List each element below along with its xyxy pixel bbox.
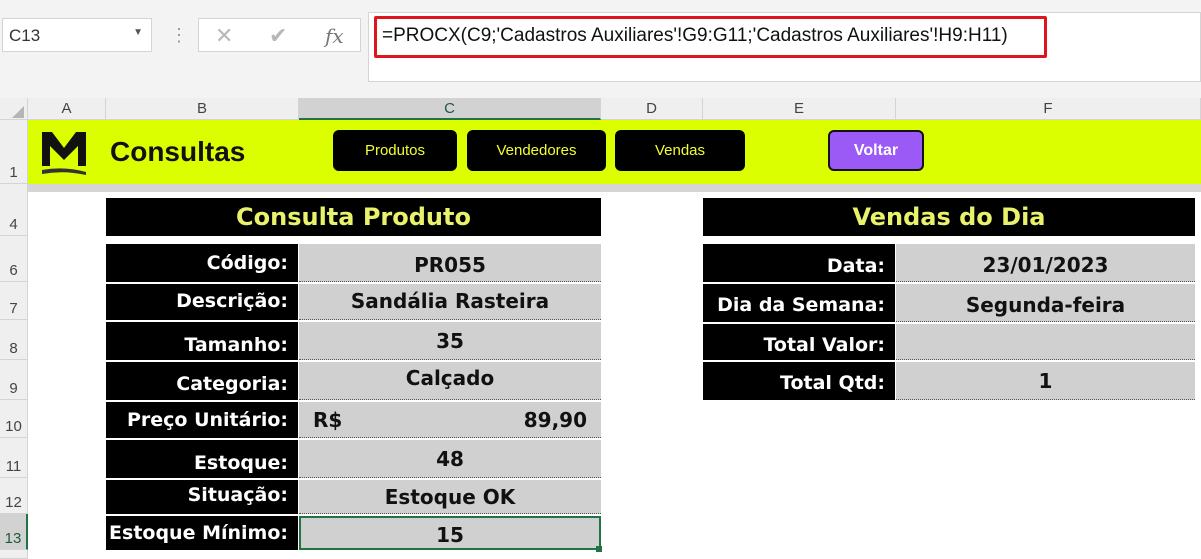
label-total-valor: Total Valor: [703, 324, 895, 360]
value-tamanho[interactable]: 35 [299, 322, 601, 360]
value-total-valor[interactable] [896, 324, 1195, 360]
vendas-panel-title: Vendas do Dia [703, 198, 1195, 236]
chevron-down-icon[interactable]: ▼ [133, 27, 143, 38]
voltar-button[interactable]: Voltar [828, 130, 924, 171]
value-codigo[interactable]: PR055 [299, 244, 601, 282]
row-header-13[interactable]: 13 [0, 514, 28, 550]
label-codigo: Código: [106, 244, 298, 282]
label-estoque-minimo: Estoque Mínimo: [106, 516, 298, 550]
column-header-f[interactable]: F [896, 98, 1201, 120]
more-options-icon[interactable]: ⋮ [170, 22, 188, 48]
label-estoque: Estoque: [106, 440, 298, 478]
row-header-12[interactable]: 12 [0, 478, 28, 514]
produtos-button[interactable]: Produtos [333, 130, 457, 171]
column-header-d[interactable]: D [601, 98, 703, 120]
value-total-qtd[interactable]: 1 [896, 362, 1195, 400]
value-preco: 89,90 [523, 408, 587, 432]
column-header-b[interactable]: B [106, 98, 299, 120]
fill-handle[interactable] [596, 546, 602, 552]
formula-buttons: ✕ ✔ fx [198, 18, 361, 52]
select-all-icon [12, 106, 24, 118]
vendas-button[interactable]: Vendas [615, 130, 745, 171]
value-dia-semana[interactable]: Segunda-feira [896, 284, 1195, 322]
value-situacao[interactable]: Estoque OK [299, 480, 601, 514]
column-header-a[interactable]: A [28, 98, 106, 120]
enter-icon[interactable]: ✔ [269, 23, 287, 49]
row-header-7[interactable]: 7 [0, 282, 28, 320]
row-header-10[interactable]: 10 [0, 400, 28, 438]
row-header-6[interactable]: 6 [0, 236, 28, 282]
value-estoque-minimo[interactable]: 15 [299, 516, 601, 550]
name-box[interactable]: C13 ▼ [2, 18, 152, 52]
value-descricao[interactable]: Sandália Rasteira [299, 284, 601, 320]
column-header-e[interactable]: E [703, 98, 896, 120]
label-preco: Preço Unitário: [106, 402, 298, 438]
label-tamanho: Tamanho: [106, 322, 298, 360]
insert-function-icon[interactable]: fx [325, 24, 344, 48]
row-header-11[interactable]: 11 [0, 438, 28, 478]
formula-text[interactable]: =PROCX(C9;'Cadastros Auxiliares'!G9:G11;… [382, 25, 1008, 47]
currency-symbol: R$ [313, 408, 343, 432]
cancel-icon[interactable]: ✕ [215, 23, 233, 49]
vendedores-button[interactable]: Vendedores [467, 130, 606, 171]
row-header-14[interactable] [0, 550, 28, 559]
banner-shadow [28, 184, 1201, 192]
name-box-value: C13 [9, 26, 41, 45]
label-data: Data: [703, 244, 895, 282]
label-total-qtd: Total Qtd: [703, 362, 895, 400]
column-header-c[interactable]: C [299, 98, 601, 120]
row-header-4[interactable]: 4 [0, 184, 28, 236]
value-categoria[interactable]: Calçado [299, 362, 601, 400]
produto-panel-title: Consulta Produto [106, 198, 601, 236]
row-header-8[interactable]: 8 [0, 320, 28, 360]
page-title: Consultas [110, 136, 246, 167]
row-header-9[interactable]: 9 [0, 360, 28, 400]
value-preco-cell[interactable]: R$ 89,90 [299, 402, 601, 438]
label-situacao: Situação: [106, 480, 298, 514]
logo-icon [42, 132, 86, 175]
value-data[interactable]: 23/01/2023 [896, 244, 1195, 282]
label-descricao: Descrição: [106, 284, 298, 320]
value-estoque[interactable]: 48 [299, 440, 601, 478]
label-dia-semana: Dia da Semana: [703, 284, 895, 322]
row-header-1[interactable]: 1 [0, 120, 28, 184]
label-categoria: Categoria: [106, 362, 298, 400]
